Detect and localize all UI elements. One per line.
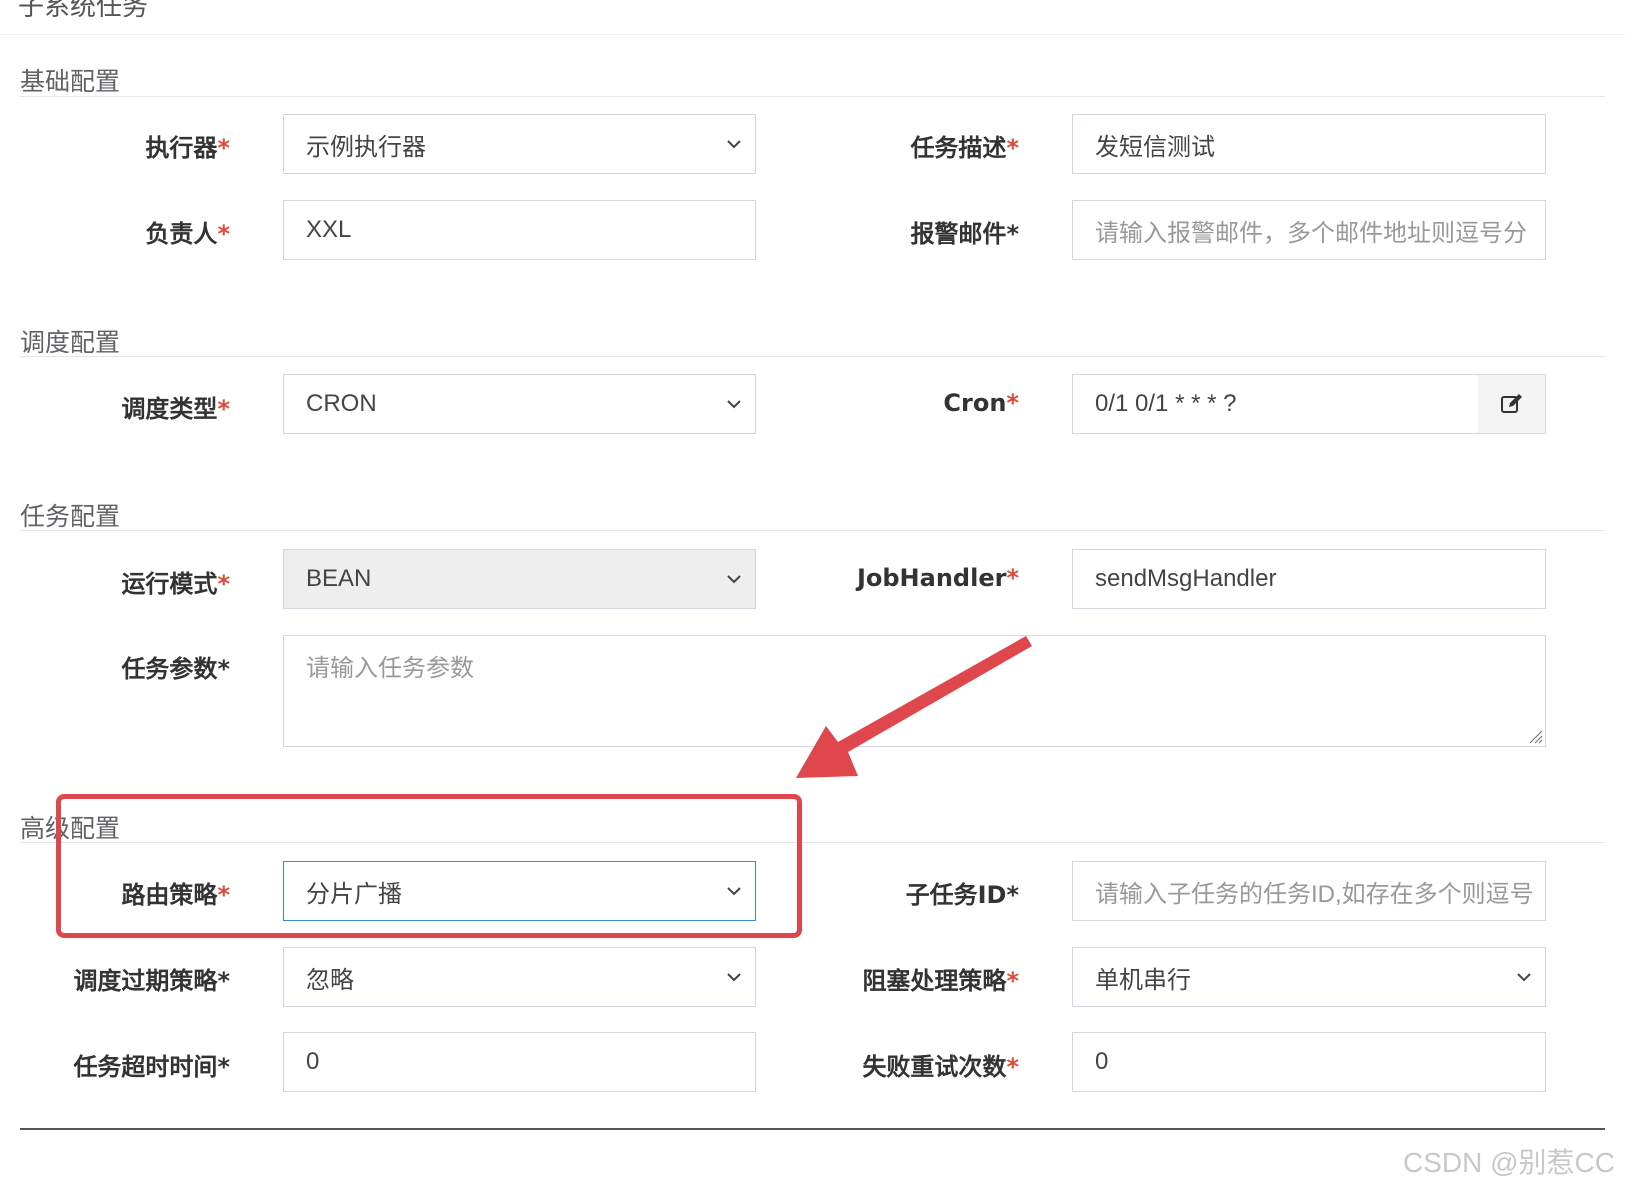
fail-retry-input[interactable]: 0 xyxy=(1072,1032,1546,1092)
block-strategy-label: 阻塞处理策略* xyxy=(862,967,1019,995)
schedule-type-label: 调度类型* xyxy=(121,395,230,423)
block-strategy-select[interactable]: 单机串行 xyxy=(1072,947,1546,1007)
chevron-down-icon xyxy=(727,575,741,584)
fail-retry-label: 失败重试次数* xyxy=(862,1053,1019,1081)
executor-select[interactable]: 示例执行器 xyxy=(283,114,756,174)
job-desc-input[interactable]: 发短信测试 xyxy=(1072,114,1546,174)
timeout-value: 0 xyxy=(306,1048,320,1075)
child-job-id-label: 子任务ID* xyxy=(905,881,1019,909)
annotation-arrow-icon xyxy=(796,636,1032,778)
chevron-down-icon xyxy=(727,140,741,149)
executor-label: 执行器* xyxy=(145,134,230,162)
alarm-email-label: 报警邮件* xyxy=(910,220,1019,248)
job-handler-input[interactable]: sendMsgHandler xyxy=(1072,549,1546,609)
cron-edit-button[interactable] xyxy=(1478,374,1546,434)
timeout-input[interactable]: 0 xyxy=(283,1032,756,1092)
executor-value: 示例执行器 xyxy=(306,133,426,161)
glue-type-value: BEAN xyxy=(306,565,372,592)
job-handler-label: JobHandler* xyxy=(856,564,1019,592)
chevron-down-icon xyxy=(727,400,741,409)
author-label: 负责人* xyxy=(145,220,230,248)
timeout-label: 任务超时时间* xyxy=(73,1053,230,1081)
misfire-strategy-value: 忽略 xyxy=(306,966,354,994)
author-value: XXL xyxy=(306,216,352,243)
alarm-email-placeholder: 请输入报警邮件，多个邮件地址则逗号分 xyxy=(1095,219,1527,247)
misfire-strategy-select[interactable]: 忽略 xyxy=(283,947,756,1007)
job-desc-label: 任务描述* xyxy=(910,134,1019,162)
section-task-rule xyxy=(20,530,1605,531)
section-basic-title: 基础配置 xyxy=(20,68,121,96)
alarm-email-input[interactable]: 请输入报警邮件，多个邮件地址则逗号分 xyxy=(1072,200,1546,260)
section-schedule-title: 调度配置 xyxy=(20,329,121,357)
child-job-id-placeholder: 请输入子任务的任务ID,如存在多个则逗号 xyxy=(1095,880,1534,908)
schedule-type-value: CRON xyxy=(306,390,377,417)
bottom-rule xyxy=(20,1128,1605,1130)
glue-type-select[interactable]: BEAN xyxy=(283,549,756,609)
fail-retry-value: 0 xyxy=(1095,1048,1109,1075)
cron-value: 0/1 0/1 * * * ? xyxy=(1095,390,1237,417)
schedule-type-select[interactable]: CRON xyxy=(283,374,756,434)
resize-handle-icon[interactable] xyxy=(1525,726,1543,744)
cut-title: 子系统任务 xyxy=(18,0,149,21)
chevron-down-icon xyxy=(1517,973,1531,982)
annotation-highlight-box xyxy=(56,794,802,938)
job-handler-value: sendMsgHandler xyxy=(1095,565,1277,592)
job-param-placeholder: 请输入任务参数 xyxy=(306,655,474,682)
edit-icon xyxy=(1500,394,1522,413)
cron-label: Cron* xyxy=(943,389,1019,417)
chevron-down-icon xyxy=(727,973,741,982)
section-basic-rule xyxy=(20,96,1605,97)
block-strategy-value: 单机串行 xyxy=(1095,966,1191,994)
job-desc-value: 发短信测试 xyxy=(1095,133,1215,161)
section-schedule-rule xyxy=(20,356,1605,357)
section-task-title: 任务配置 xyxy=(20,503,121,531)
glue-type-label: 运行模式* xyxy=(121,570,230,598)
author-input[interactable]: XXL xyxy=(283,200,756,260)
cron-input[interactable]: 0/1 0/1 * * * ? xyxy=(1072,374,1479,434)
top-strip: 子系统任务 xyxy=(0,0,1625,35)
watermark: CSDN @别惹CC xyxy=(1403,1147,1615,1178)
job-param-label: 任务参数* xyxy=(121,655,230,683)
misfire-strategy-label: 调度过期策略* xyxy=(73,967,230,995)
child-job-id-input[interactable]: 请输入子任务的任务ID,如存在多个则逗号 xyxy=(1072,861,1546,921)
